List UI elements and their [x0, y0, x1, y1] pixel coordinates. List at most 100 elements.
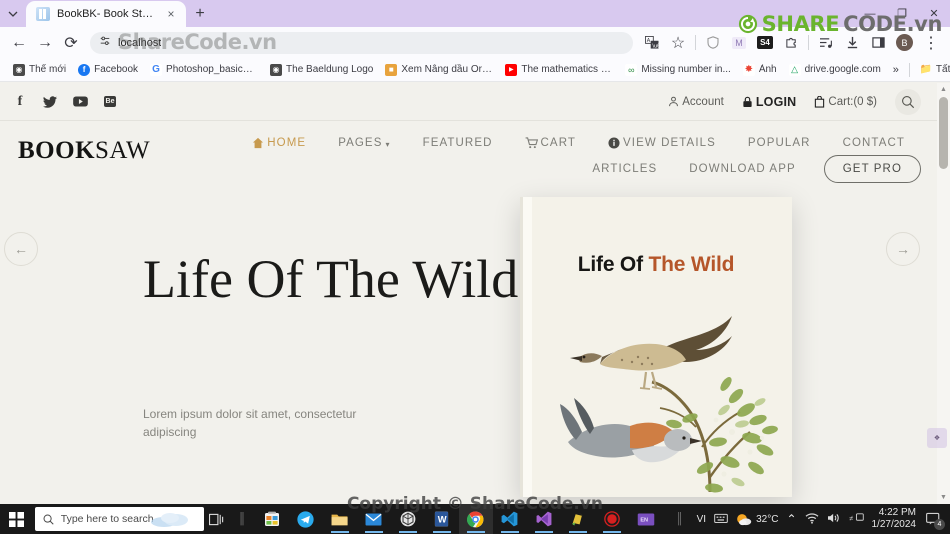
taskbar-search-box[interactable]: Type here to search — [34, 507, 205, 531]
bookmark-item[interactable]: ▶ The mathematics of... — [499, 63, 619, 76]
site-logo[interactable]: BOOKSAW — [0, 131, 150, 165]
taskbar-app-mail[interactable] — [357, 504, 391, 534]
taskbar-app-unity[interactable] — [391, 504, 425, 534]
all-bookmarks-button[interactable]: 📁 Tất cả dấu trang — [914, 64, 950, 76]
chrome-menu-icon[interactable]: ⋮ — [918, 30, 944, 56]
profile-avatar[interactable]: B — [896, 34, 913, 51]
browser-tab[interactable]: BookBK- Book Store × — [26, 1, 186, 27]
taskbar-app-file-explorer[interactable] — [323, 504, 357, 534]
cart-label: Cart:(0 $) — [828, 95, 877, 108]
bookmark-item[interactable]: G Photoshop_basic_fo... — [144, 63, 264, 76]
tune-icon[interactable] — [99, 35, 111, 50]
bookmarks-overflow-icon[interactable]: » — [887, 64, 905, 76]
nav-label: POPULAR — [747, 137, 811, 149]
keyboard-icon[interactable] — [714, 512, 728, 526]
network-icon[interactable]: ≠ — [849, 512, 864, 526]
bookmark-item[interactable]: △ drive.google.com — [783, 63, 887, 76]
address-bar[interactable]: localhost — [90, 31, 633, 54]
nav-menu: HOME PAGES ▾ FEATURED CART VIEW DETAILS … — [150, 131, 921, 183]
scrollbar-thumb[interactable] — [939, 97, 948, 169]
s4-extension-icon[interactable]: S4 — [752, 30, 778, 56]
notification-count: 4 — [934, 519, 945, 530]
hero-book-image[interactable]: Life Of The Wild — [520, 197, 792, 497]
tab-search-icon[interactable] — [0, 0, 26, 27]
bookmark-label: Ảnh — [758, 64, 777, 75]
start-button[interactable] — [0, 504, 33, 534]
clock[interactable]: 4:22 PM 1/27/2024 — [872, 507, 917, 532]
scroll-up-icon[interactable]: ▲ — [937, 83, 950, 96]
taskbar-app-sticky-notes[interactable] — [561, 504, 595, 534]
nav-item-articles[interactable]: ARTICLES — [576, 157, 673, 181]
close-window-icon[interactable]: ✕ — [918, 0, 950, 27]
bookmark-item[interactable]: ◉ The Baeldung Logo — [264, 63, 379, 76]
taskbar-app-telegram[interactable] — [289, 504, 323, 534]
nav-item-featured[interactable]: FEATURED — [407, 131, 509, 155]
taskbar-app-visual-studio[interactable] — [527, 504, 561, 534]
taskbar-app-chrome[interactable] — [458, 504, 493, 534]
tray-overflow-chevron[interactable]: ⌃ — [786, 512, 796, 526]
bookmark-item[interactable]: f Facebook — [72, 63, 144, 76]
m-extension-icon[interactable]: M — [726, 30, 752, 56]
new-tab-button[interactable]: + — [186, 1, 214, 27]
carousel-prev-button[interactable]: ← — [4, 232, 38, 266]
back-icon[interactable]: ← — [6, 30, 32, 56]
reload-icon[interactable]: ⟳ — [58, 30, 84, 56]
volume-icon[interactable] — [827, 512, 841, 527]
book-cover: Life Of The Wild — [520, 197, 792, 497]
side-panel-icon[interactable] — [865, 30, 891, 56]
translate-icon[interactable]: A\u6587 — [639, 30, 665, 56]
url-text: localhost — [118, 36, 162, 49]
forward-icon[interactable]: → — [32, 30, 58, 56]
taskbar-search-placeholder: Type here to search — [60, 513, 154, 525]
twitter-icon[interactable] — [42, 94, 58, 110]
close-icon[interactable]: × — [164, 8, 178, 20]
minimize-icon[interactable]: — — [854, 0, 886, 27]
social-links: f Be — [12, 94, 118, 110]
svg-text:\u6587: \u6587 — [652, 43, 659, 49]
nav-item-pages[interactable]: PAGES ▾ — [322, 131, 406, 155]
notifications-button[interactable]: 4 — [924, 509, 945, 530]
nav-item-contact[interactable]: CONTACT — [827, 131, 921, 155]
downloads-icon[interactable] — [839, 30, 865, 56]
nav-item-home[interactable]: HOME — [236, 131, 322, 155]
facebook-icon[interactable]: f — [12, 94, 28, 110]
puzzle-extension-icon[interactable] — [778, 30, 804, 56]
bookmark-label: drive.google.com — [804, 64, 881, 75]
reading-list-icon[interactable] — [813, 30, 839, 56]
search-icon[interactable] — [895, 88, 921, 115]
account-label: Account — [682, 95, 724, 108]
nav-label: HOME — [267, 137, 307, 149]
input-indicator[interactable]: VI — [697, 514, 706, 525]
sun-cloud-icon — [737, 513, 752, 525]
carousel-next-button[interactable]: → — [886, 232, 920, 266]
nav-item-download-app[interactable]: DOWNLOAD APP — [673, 157, 812, 181]
scroll-down-icon[interactable]: ▼ — [937, 491, 950, 504]
cart-link[interactable]: Cart:(0 $) — [814, 95, 877, 108]
account-link[interactable]: Account — [668, 96, 724, 108]
taskbar-app-record[interactable] — [595, 504, 629, 534]
taskbar-app-vscode[interactable] — [493, 504, 527, 534]
bookmark-item[interactable]: ∞ Missing number in... — [619, 63, 736, 76]
nav-item-cart[interactable]: CART — [509, 131, 593, 155]
bookmark-item[interactable]: ■ Xem Nâng dầu Ord... — [379, 63, 499, 76]
nav-item-view-details[interactable]: VIEW DETAILS — [592, 131, 732, 155]
taskbar-app-store[interactable] — [255, 504, 289, 534]
behance-icon[interactable]: Be — [102, 94, 118, 110]
shield-extension-icon[interactable] — [700, 30, 726, 56]
bookmark-item[interactable]: ◉ Thế mới — [7, 63, 72, 76]
task-view-button[interactable] — [204, 504, 229, 534]
bookmark-star-icon[interactable]: ☆ — [665, 30, 691, 56]
taskbar-app-evernote[interactable]: EN — [629, 504, 663, 534]
login-label: LOGIN — [755, 94, 797, 109]
login-link[interactable]: LOGIN — [742, 95, 797, 109]
taskbar-apps: W EN ║ — [255, 504, 697, 534]
taskbar-app-word[interactable]: W — [425, 504, 459, 534]
get-pro-button[interactable]: GET PRO — [823, 155, 921, 183]
bookmark-item[interactable]: ✸ Ảnh — [737, 63, 783, 76]
hero-section: ← → Life Of The Wild Lorem ipsum dolor s… — [0, 197, 937, 497]
youtube-icon[interactable] — [72, 94, 88, 110]
weather-widget[interactable]: 32°C — [736, 512, 778, 527]
wifi-icon[interactable] — [805, 512, 819, 527]
nav-item-popular[interactable]: POPULAR — [732, 131, 827, 155]
maximize-icon[interactable]: ❐ — [886, 0, 918, 27]
